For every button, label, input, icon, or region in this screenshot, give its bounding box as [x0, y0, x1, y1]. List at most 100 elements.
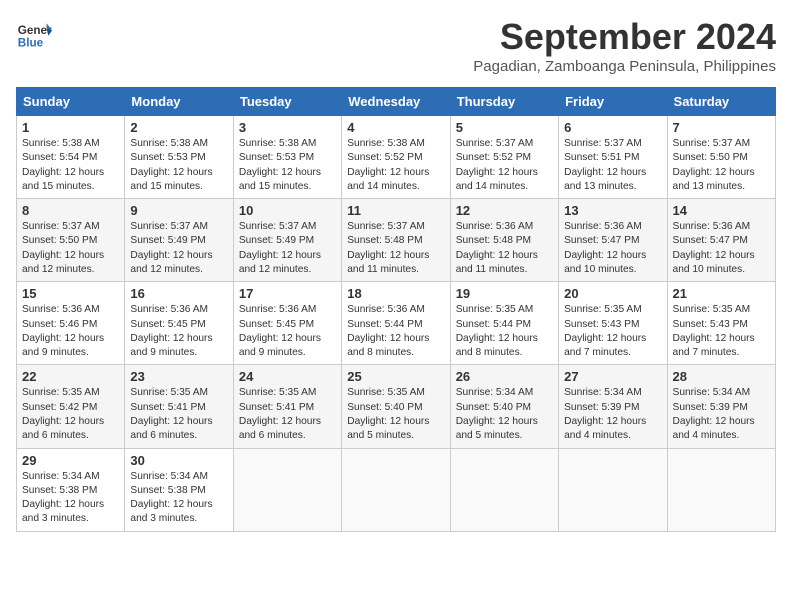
- calendar-header-row: Sunday Monday Tuesday Wednesday Thursday…: [17, 88, 776, 116]
- day-info: Sunrise: 5:36 AM Sunset: 5:45 PM Dayligh…: [239, 303, 336, 360]
- day-info: Sunrise: 5:38 AM Sunset: 5:53 PM Dayligh…: [239, 137, 336, 194]
- day-number: 22: [22, 369, 119, 384]
- sunset-text: Sunset: 5:41 PM: [130, 402, 205, 413]
- sunrise-text: Sunrise: 5:34 AM: [22, 471, 100, 482]
- table-row: 7 Sunrise: 5:37 AM Sunset: 5:50 PM Dayli…: [667, 116, 775, 199]
- daylight-text: Daylight: 12 hours and 8 minutes.: [347, 333, 429, 358]
- day-number: 4: [347, 120, 444, 135]
- sunset-text: Sunset: 5:39 PM: [673, 402, 748, 413]
- logo-icon: General Blue: [16, 16, 52, 52]
- sunrise-text: Sunrise: 5:34 AM: [564, 387, 642, 398]
- table-row: 23 Sunrise: 5:35 AM Sunset: 5:41 PM Dayl…: [125, 365, 233, 448]
- daylight-text: Daylight: 12 hours and 3 minutes.: [22, 499, 104, 524]
- day-info: Sunrise: 5:35 AM Sunset: 5:40 PM Dayligh…: [347, 386, 444, 443]
- table-row: 1 Sunrise: 5:38 AM Sunset: 5:54 PM Dayli…: [17, 116, 125, 199]
- sunrise-text: Sunrise: 5:34 AM: [130, 471, 208, 482]
- day-number: 11: [347, 203, 444, 218]
- day-number: 9: [130, 203, 227, 218]
- day-number: 15: [22, 286, 119, 301]
- sunrise-text: Sunrise: 5:34 AM: [456, 387, 534, 398]
- table-row: [342, 448, 450, 531]
- sunrise-text: Sunrise: 5:37 AM: [456, 138, 534, 149]
- day-info: Sunrise: 5:35 AM Sunset: 5:41 PM Dayligh…: [239, 386, 336, 443]
- day-info: Sunrise: 5:34 AM Sunset: 5:39 PM Dayligh…: [564, 386, 661, 443]
- sunset-text: Sunset: 5:50 PM: [673, 152, 748, 163]
- table-row: [450, 448, 558, 531]
- daylight-text: Daylight: 12 hours and 8 minutes.: [456, 333, 538, 358]
- daylight-text: Daylight: 12 hours and 10 minutes.: [564, 250, 646, 275]
- day-number: 10: [239, 203, 336, 218]
- table-row: 17 Sunrise: 5:36 AM Sunset: 5:45 PM Dayl…: [233, 282, 341, 365]
- day-number: 19: [456, 286, 553, 301]
- sunrise-text: Sunrise: 5:36 AM: [239, 304, 317, 315]
- sunrise-text: Sunrise: 5:36 AM: [456, 221, 534, 232]
- day-number: 27: [564, 369, 661, 384]
- table-row: 28 Sunrise: 5:34 AM Sunset: 5:39 PM Dayl…: [667, 365, 775, 448]
- sunrise-text: Sunrise: 5:36 AM: [347, 304, 425, 315]
- day-info: Sunrise: 5:37 AM Sunset: 5:48 PM Dayligh…: [347, 220, 444, 277]
- day-number: 16: [130, 286, 227, 301]
- day-info: Sunrise: 5:37 AM Sunset: 5:50 PM Dayligh…: [673, 137, 770, 194]
- daylight-text: Daylight: 12 hours and 6 minutes.: [239, 416, 321, 441]
- sunrise-text: Sunrise: 5:37 AM: [22, 221, 100, 232]
- sunrise-text: Sunrise: 5:38 AM: [347, 138, 425, 149]
- table-row: 26 Sunrise: 5:34 AM Sunset: 5:40 PM Dayl…: [450, 365, 558, 448]
- table-row: 5 Sunrise: 5:37 AM Sunset: 5:52 PM Dayli…: [450, 116, 558, 199]
- sunset-text: Sunset: 5:48 PM: [456, 235, 531, 246]
- table-row: 9 Sunrise: 5:37 AM Sunset: 5:49 PM Dayli…: [125, 199, 233, 282]
- sunset-text: Sunset: 5:44 PM: [456, 319, 531, 330]
- table-row: 18 Sunrise: 5:36 AM Sunset: 5:44 PM Dayl…: [342, 282, 450, 365]
- location-title: Pagadian, Zamboanga Peninsula, Philippin…: [473, 58, 776, 75]
- week-row-4: 22 Sunrise: 5:35 AM Sunset: 5:42 PM Dayl…: [17, 365, 776, 448]
- sunset-text: Sunset: 5:43 PM: [673, 319, 748, 330]
- table-row: 21 Sunrise: 5:35 AM Sunset: 5:43 PM Dayl…: [667, 282, 775, 365]
- day-info: Sunrise: 5:35 AM Sunset: 5:43 PM Dayligh…: [673, 303, 770, 360]
- day-number: 24: [239, 369, 336, 384]
- day-info: Sunrise: 5:36 AM Sunset: 5:47 PM Dayligh…: [673, 220, 770, 277]
- day-number: 23: [130, 369, 227, 384]
- sunset-text: Sunset: 5:49 PM: [130, 235, 205, 246]
- header-sunday: Sunday: [17, 88, 125, 116]
- day-info: Sunrise: 5:35 AM Sunset: 5:44 PM Dayligh…: [456, 303, 553, 360]
- sunset-text: Sunset: 5:42 PM: [22, 402, 97, 413]
- day-info: Sunrise: 5:36 AM Sunset: 5:47 PM Dayligh…: [564, 220, 661, 277]
- table-row: 24 Sunrise: 5:35 AM Sunset: 5:41 PM Dayl…: [233, 365, 341, 448]
- daylight-text: Daylight: 12 hours and 11 minutes.: [456, 250, 538, 275]
- daylight-text: Daylight: 12 hours and 15 minutes.: [239, 167, 321, 192]
- day-number: 1: [22, 120, 119, 135]
- day-number: 13: [564, 203, 661, 218]
- daylight-text: Daylight: 12 hours and 7 minutes.: [673, 333, 755, 358]
- day-number: 18: [347, 286, 444, 301]
- sunrise-text: Sunrise: 5:35 AM: [22, 387, 100, 398]
- sunrise-text: Sunrise: 5:35 AM: [239, 387, 317, 398]
- daylight-text: Daylight: 12 hours and 11 minutes.: [347, 250, 429, 275]
- day-number: 30: [130, 453, 227, 468]
- sunrise-text: Sunrise: 5:37 AM: [564, 138, 642, 149]
- sunrise-text: Sunrise: 5:38 AM: [130, 138, 208, 149]
- sunrise-text: Sunrise: 5:35 AM: [347, 387, 425, 398]
- sunrise-text: Sunrise: 5:34 AM: [673, 387, 751, 398]
- sunrise-text: Sunrise: 5:37 AM: [673, 138, 751, 149]
- sunset-text: Sunset: 5:40 PM: [456, 402, 531, 413]
- sunrise-text: Sunrise: 5:37 AM: [130, 221, 208, 232]
- table-row: 16 Sunrise: 5:36 AM Sunset: 5:45 PM Dayl…: [125, 282, 233, 365]
- table-row: 10 Sunrise: 5:37 AM Sunset: 5:49 PM Dayl…: [233, 199, 341, 282]
- day-info: Sunrise: 5:35 AM Sunset: 5:41 PM Dayligh…: [130, 386, 227, 443]
- day-number: 5: [456, 120, 553, 135]
- daylight-text: Daylight: 12 hours and 7 minutes.: [564, 333, 646, 358]
- day-number: 12: [456, 203, 553, 218]
- table-row: 13 Sunrise: 5:36 AM Sunset: 5:47 PM Dayl…: [559, 199, 667, 282]
- sunset-text: Sunset: 5:38 PM: [22, 485, 97, 496]
- day-info: Sunrise: 5:37 AM Sunset: 5:50 PM Dayligh…: [22, 220, 119, 277]
- day-info: Sunrise: 5:34 AM Sunset: 5:40 PM Dayligh…: [456, 386, 553, 443]
- daylight-text: Daylight: 12 hours and 3 minutes.: [130, 499, 212, 524]
- table-row: 6 Sunrise: 5:37 AM Sunset: 5:51 PM Dayli…: [559, 116, 667, 199]
- daylight-text: Daylight: 12 hours and 9 minutes.: [22, 333, 104, 358]
- day-info: Sunrise: 5:36 AM Sunset: 5:45 PM Dayligh…: [130, 303, 227, 360]
- day-info: Sunrise: 5:35 AM Sunset: 5:42 PM Dayligh…: [22, 386, 119, 443]
- sunset-text: Sunset: 5:43 PM: [564, 319, 639, 330]
- week-row-1: 1 Sunrise: 5:38 AM Sunset: 5:54 PM Dayli…: [17, 116, 776, 199]
- day-info: Sunrise: 5:37 AM Sunset: 5:49 PM Dayligh…: [239, 220, 336, 277]
- day-number: 25: [347, 369, 444, 384]
- day-info: Sunrise: 5:37 AM Sunset: 5:49 PM Dayligh…: [130, 220, 227, 277]
